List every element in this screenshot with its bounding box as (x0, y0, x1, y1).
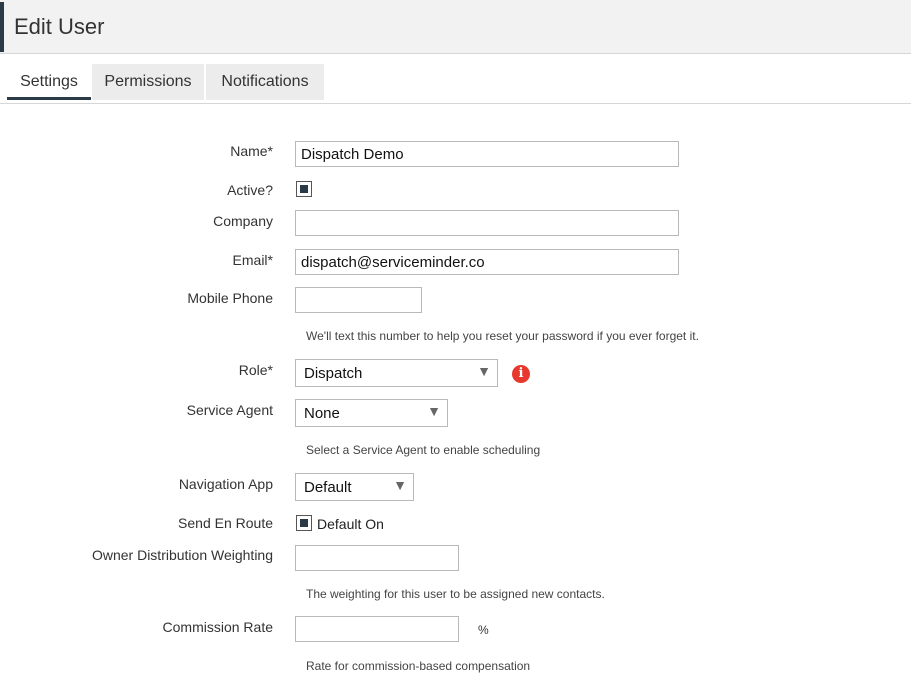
header-accent-bar (0, 2, 4, 52)
commission-rate-label: Commission Rate (162, 619, 273, 635)
name-label: Name* (230, 143, 273, 159)
active-label: Active? (227, 182, 273, 198)
commission-rate-field[interactable] (295, 616, 459, 642)
service-agent-label: Service Agent (186, 402, 273, 418)
owner-distribution-weighting-label: Owner Distribution Weighting (91, 547, 273, 563)
tab-permissions[interactable]: Permissions (92, 64, 204, 100)
triangle-down-icon: ▼ (477, 363, 491, 379)
active-checkbox[interactable] (296, 181, 312, 197)
navigation-app-select-value: Default (304, 479, 352, 496)
role-label: Role* (238, 362, 273, 378)
owner-distribution-weighting-help: The weighting for this user to be assign… (306, 587, 605, 601)
tab-notifications[interactable]: Notifications (206, 64, 324, 100)
send-en-route-checkbox[interactable] (296, 515, 312, 531)
mobile-phone-help: We'll text this number to help you reset… (306, 329, 699, 343)
company-label: Company (213, 213, 273, 229)
info-icon[interactable]: i (512, 365, 530, 383)
checkbox-checked-mark (300, 519, 308, 527)
page-title: Edit User (14, 14, 105, 39)
triangle-down-icon: ▼ (427, 403, 441, 419)
company-field[interactable] (295, 210, 679, 236)
tab-bar: Settings Permissions Notifications (0, 64, 911, 104)
mobile-phone-field[interactable] (295, 287, 422, 313)
name-field[interactable] (295, 141, 679, 167)
navigation-app-select[interactable]: Default ▼ (295, 473, 414, 501)
send-en-route-label: Send En Route (178, 515, 273, 531)
tab-settings[interactable]: Settings (7, 64, 91, 100)
commission-rate-suffix: % (478, 623, 489, 637)
checkbox-checked-mark (300, 185, 308, 193)
role-select[interactable]: Dispatch ▼ (295, 359, 498, 387)
navigation-app-label: Navigation App (178, 476, 273, 492)
service-agent-help: Select a Service Agent to enable schedul… (306, 443, 541, 457)
owner-distribution-weighting-field[interactable] (295, 545, 459, 571)
send-en-route-option-label: Default On (317, 516, 384, 532)
service-agent-select-value: None (304, 405, 340, 422)
mobile-phone-label: Mobile Phone (187, 290, 273, 306)
role-select-value: Dispatch (304, 365, 363, 382)
triangle-down-icon: ▼ (393, 477, 407, 493)
commission-rate-help: Rate for commission-based compensation (306, 659, 531, 673)
page-header: Edit User (0, 0, 911, 54)
email-label: Email* (232, 252, 273, 268)
service-agent-select[interactable]: None ▼ (295, 399, 448, 427)
email-field[interactable] (295, 249, 679, 275)
